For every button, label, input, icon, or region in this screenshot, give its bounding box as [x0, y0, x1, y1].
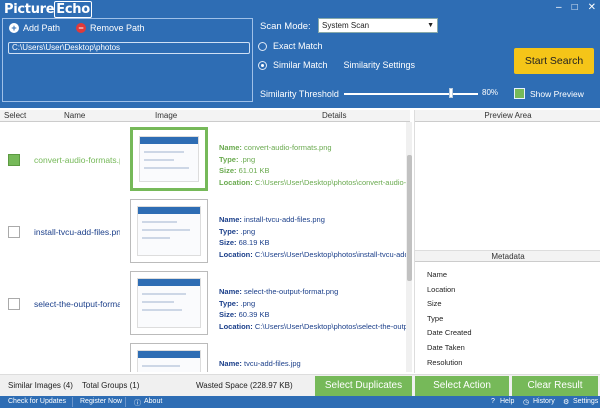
help-icon: ?	[491, 398, 495, 405]
row-checkbox[interactable]	[8, 298, 20, 310]
results-table-header: Select Name Image Details	[0, 110, 410, 122]
metadata-field: Type	[427, 313, 444, 323]
settings-link[interactable]: Settings	[573, 398, 598, 405]
about-link[interactable]: About	[144, 398, 162, 405]
threshold-slider[interactable]	[344, 93, 478, 95]
plus-icon: +	[9, 23, 19, 33]
metadata-field: Resolution	[427, 357, 463, 367]
metadata-field: Name	[427, 270, 448, 279]
similar-match-option[interactable]: Similar Match Similarity Settings	[258, 60, 415, 70]
results-table: convert-audio-formats.p Name: convert-au…	[0, 122, 406, 372]
file-name: select-the-output-forma	[34, 299, 120, 309]
select-duplicates-button[interactable]: Select Duplicates	[315, 376, 412, 396]
file-details: Name: tvcu-add-files.jpg	[219, 359, 301, 368]
path-panel: + Add Path − Remove Path C:\Users\User\D…	[2, 18, 253, 102]
metadata-field: Location	[427, 284, 456, 294]
table-row[interactable]: install-tvcu-add-files.png Name: install…	[0, 199, 406, 271]
image-thumbnail[interactable]	[130, 199, 208, 263]
col-details[interactable]: Details	[322, 111, 346, 120]
file-name: convert-audio-formats.p	[34, 155, 120, 165]
threshold-slider-handle[interactable]	[449, 88, 454, 98]
check-updates-link[interactable]: Check for Updates	[8, 398, 66, 405]
history-link[interactable]: History	[533, 398, 555, 405]
metadata-field: Date Created	[427, 328, 472, 338]
file-name: install-tvcu-add-files.png	[34, 227, 120, 237]
footer-bar: Check for Updates Register Now ⓘ About ?…	[0, 396, 600, 408]
similar-images-count: Similar Images (4)	[8, 381, 73, 390]
col-select[interactable]: Select	[4, 111, 26, 120]
metadata-field: Date Taken	[427, 342, 465, 352]
start-search-button[interactable]: Start Search	[514, 48, 594, 74]
maximize-button[interactable]: □	[572, 2, 578, 13]
info-icon: ⓘ	[134, 400, 141, 407]
history-icon: ◷	[523, 399, 530, 406]
file-details: Name: install-tvcu-add-files.png Type: .…	[219, 215, 406, 259]
remove-path-button[interactable]: − Remove Path	[76, 23, 145, 33]
top-panel: Picture Echo – □ ✕ + Add Path − Remove Pa…	[0, 0, 600, 108]
total-groups-count: Total Groups (1)	[82, 381, 140, 390]
metadata-field: Size	[427, 299, 442, 309]
path-list-item[interactable]: C:\Users\User\Desktop\photos	[8, 42, 250, 54]
results-scrollbar-thumb[interactable]	[407, 155, 412, 281]
col-name[interactable]: Name	[64, 111, 85, 120]
table-row[interactable]: select-the-output-forma Name: select-the…	[0, 271, 406, 343]
app-logo: Picture Echo	[4, 1, 92, 18]
preview-area-header: Preview Area	[415, 110, 600, 122]
wasted-space: Wasted Space (228.97 KB)	[196, 381, 293, 390]
minimize-button[interactable]: –	[556, 2, 562, 13]
threshold-value: 80%	[482, 88, 499, 97]
image-thumbnail[interactable]	[130, 127, 208, 191]
select-action-button[interactable]: Select Action	[415, 376, 509, 396]
clear-result-button[interactable]: Clear Result	[512, 376, 598, 396]
metadata-list: Name Location Size Type Date Created Dat…	[427, 268, 472, 370]
table-row[interactable]: convert-audio-formats.p Name: convert-au…	[0, 127, 406, 199]
close-button[interactable]: ✕	[588, 2, 596, 13]
minus-icon: −	[76, 23, 87, 33]
threshold-label: Similarity Threshold	[260, 89, 339, 99]
gear-icon: ⚙	[563, 399, 570, 406]
add-path-button[interactable]: + Add Path	[9, 23, 60, 33]
radio-exact-match[interactable]	[258, 41, 267, 51]
file-details: Name: convert-audio-formats.png Type: .p…	[219, 143, 406, 187]
show-preview-checkbox[interactable]	[514, 88, 525, 99]
image-thumbnail[interactable]	[130, 271, 208, 335]
similarity-settings-link[interactable]: Similarity Settings	[344, 60, 416, 70]
scan-mode-select[interactable]: System Scan ▼	[318, 18, 438, 33]
register-now-link[interactable]: Register Now	[80, 398, 122, 405]
table-row[interactable]: Name: tvcu-add-files.jpg	[0, 343, 406, 372]
right-panel: Preview Area Metadata Name Location Size…	[414, 110, 600, 373]
status-bar: Similar Images (4) Total Groups (1) Wast…	[0, 374, 600, 396]
col-image[interactable]: Image	[155, 111, 177, 120]
chevron-down-icon: ▼	[427, 22, 434, 29]
help-link[interactable]: Help	[500, 398, 514, 405]
file-details: Name: select-the-output-format.png Type:…	[219, 287, 406, 331]
window-controls: – □ ✕	[556, 2, 596, 13]
show-preview-toggle[interactable]: Show Preview	[514, 88, 584, 99]
scan-mode-label: Scan Mode:	[260, 21, 311, 32]
exact-match-option[interactable]: Exact Match	[258, 41, 323, 51]
metadata-header: Metadata	[415, 250, 600, 262]
radio-similar-match[interactable]	[258, 60, 267, 70]
row-checkbox[interactable]	[8, 154, 20, 166]
image-thumbnail[interactable]	[130, 343, 208, 372]
row-checkbox[interactable]	[8, 226, 20, 238]
